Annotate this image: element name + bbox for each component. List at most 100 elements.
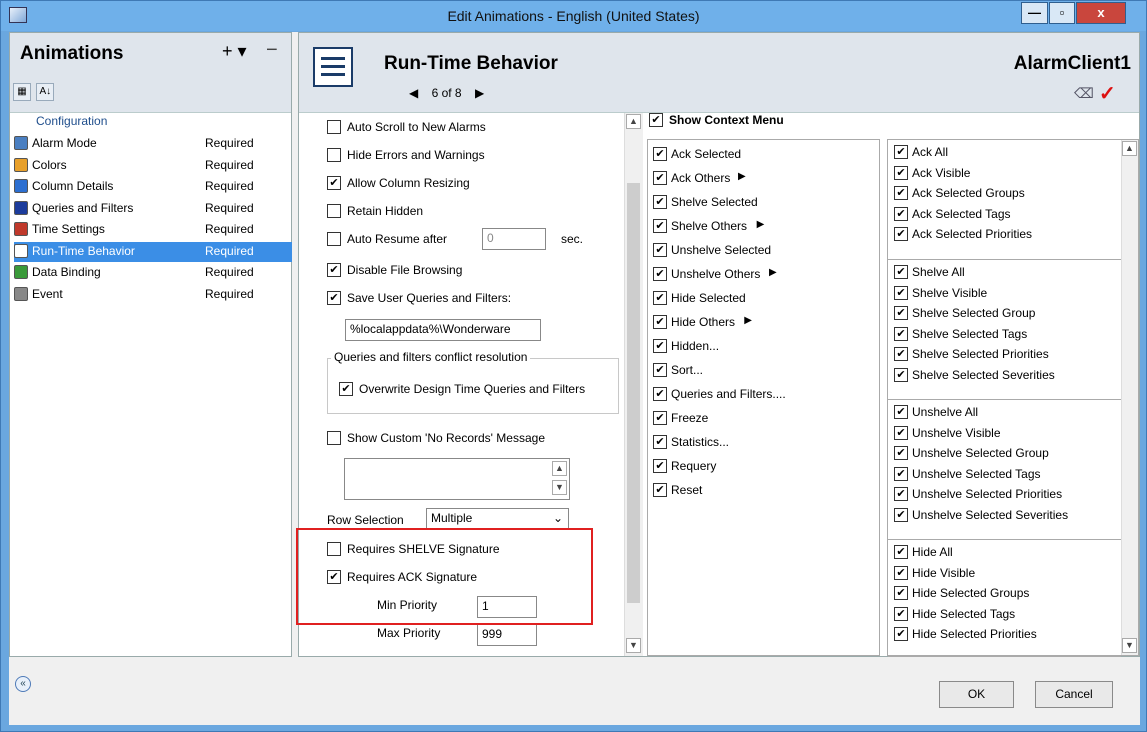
categorized-sort-icon[interactable]: ▦ <box>13 83 31 101</box>
auto-resume-input[interactable]: 0 <box>482 228 546 250</box>
conflict-resolution-title: Queries and filters conflict resolution <box>331 350 531 364</box>
tree-item-alarm-mode[interactable]: Alarm Mode Required <box>14 134 292 154</box>
submenu-shelve-selected-priorities-checkbox[interactable]: ✔ <box>894 347 908 361</box>
context-item-reset-checkbox[interactable]: ✔ <box>653 483 667 497</box>
show-context-menu-label: Show Context Menu <box>669 113 784 127</box>
accept-check-icon[interactable]: ✓ <box>1099 81 1116 106</box>
hide-errors-checkbox[interactable] <box>327 148 341 162</box>
ok-button[interactable]: OK <box>939 681 1014 708</box>
submenu-unshelve-visible-checkbox[interactable]: ✔ <box>894 425 908 440</box>
custom-message-textarea[interactable]: ▲ ▼ <box>344 458 570 500</box>
remove-animation-button[interactable]: − <box>266 39 278 62</box>
submenu-unshelve-selected-tags-checkbox[interactable]: ✔ <box>894 466 908 481</box>
textarea-scroll-up-icon[interactable]: ▲ <box>552 461 567 476</box>
max-priority-input[interactable]: 999 <box>477 624 537 646</box>
submenu-shelve-visible-checkbox[interactable]: ✔ <box>894 285 908 300</box>
submenu-shelve-selected-severities-checkbox[interactable]: ✔ <box>894 367 908 382</box>
next-page-icon[interactable]: ▶ <box>475 86 484 100</box>
tree-item-run-time-behavior[interactable]: Run-Time Behavior Required <box>14 241 292 262</box>
context-item-ack-others-checkbox[interactable]: ✔ <box>653 171 667 185</box>
alphabetical-sort-icon[interactable]: A↓ <box>36 83 55 101</box>
submenu-unshelve-selected-group-checkbox[interactable]: ✔ <box>894 446 908 460</box>
close-button[interactable]: x <box>1076 2 1126 24</box>
retain-hidden-checkbox[interactable] <box>327 204 341 218</box>
disable-file-browsing-checkbox[interactable]: ✔ <box>327 263 341 277</box>
auto-scroll-checkbox[interactable] <box>327 120 341 134</box>
submenu-hide-selected-groups-checkbox[interactable]: ✔ <box>894 586 908 600</box>
context-item-queries-and-filters-checkbox[interactable]: ✔ <box>653 387 667 401</box>
submenu-scroll-down-icon[interactable]: ▼ <box>1122 638 1137 653</box>
scroll-thumb[interactable] <box>627 183 640 603</box>
submenu-group: ✔ Shelve All ✔ Shelve Visible ✔ Shelve Select… <box>888 260 1121 400</box>
auto-resume-checkbox[interactable] <box>327 232 341 246</box>
tree-item-column-details[interactable]: Column Details Required <box>14 177 292 197</box>
scroll-down-icon[interactable]: ▼ <box>626 638 641 653</box>
submenu-scroll-up-icon[interactable]: ▲ <box>1122 141 1137 156</box>
context-item-unshelve-others-checkbox[interactable]: ✔ <box>653 267 667 281</box>
show-context-menu-checkbox[interactable]: ✔ <box>649 113 663 127</box>
tree-item-data-binding[interactable]: Data Binding Required <box>14 263 292 283</box>
submenu-unshelve-selected-severities-label: Unshelve Selected Severities <box>912 507 1069 522</box>
submenu-unshelve-selected-priorities-checkbox[interactable]: ✔ <box>894 487 908 501</box>
submenu-scrollbar[interactable]: ▲ ▼ <box>1121 140 1138 655</box>
hide-errors-label: Hide Errors and Warnings <box>347 148 485 162</box>
submenu-ack-visible-checkbox[interactable]: ✔ <box>894 165 908 180</box>
submenu-shelve-all-checkbox[interactable]: ✔ <box>894 265 908 279</box>
allow-column-resizing-checkbox[interactable]: ✔ <box>327 176 341 190</box>
submenu-ack-selected-groups-checkbox[interactable]: ✔ <box>894 186 908 200</box>
tree-item-status: Required <box>205 286 254 301</box>
submenu-ack-selected-priorities-checkbox[interactable]: ✔ <box>894 227 908 241</box>
collapse-left-panel-icon[interactable]: « <box>15 676 31 692</box>
context-item-shelve-selected-checkbox[interactable]: ✔ <box>653 195 667 209</box>
overwrite-design-time-checkbox[interactable]: ✔ <box>339 382 353 396</box>
tree-item-label: Event <box>32 286 63 301</box>
save-user-queries-checkbox[interactable]: ✔ <box>327 291 341 305</box>
submenu-shelve-selected-tags-checkbox[interactable]: ✔ <box>894 326 908 341</box>
cancel-button[interactable]: Cancel <box>1035 681 1113 708</box>
submenu-unshelve-selected-tags-label: Unshelve Selected Tags <box>912 466 1041 481</box>
submenu-shelve-selected-priorities-label: Shelve Selected Priorities <box>912 347 1049 361</box>
context-item-statistics-checkbox[interactable]: ✔ <box>653 435 667 449</box>
context-item-requery-checkbox[interactable]: ✔ <box>653 459 667 473</box>
previous-page-icon[interactable]: ◀ <box>409 86 418 100</box>
submenu-hide-visible-checkbox[interactable]: ✔ <box>894 565 908 580</box>
chevron-down-icon[interactable]: ⌄ <box>553 511 563 525</box>
submenu-shelve-selected-group-checkbox[interactable]: ✔ <box>894 306 908 320</box>
context-item-freeze-checkbox[interactable]: ✔ <box>653 411 667 425</box>
tree-item-queries-and-filters[interactable]: Queries and Filters Required <box>14 199 292 219</box>
textarea-scroll-down-icon[interactable]: ▼ <box>552 480 567 495</box>
save-path-input[interactable]: %localappdata%\Wonderware <box>345 319 541 341</box>
colors-icon <box>14 157 28 172</box>
context-item-hidden-checkbox[interactable]: ✔ <box>653 339 667 353</box>
show-custom-no-records-checkbox[interactable] <box>327 431 341 445</box>
submenu-unshelve-all-checkbox[interactable]: ✔ <box>894 405 908 419</box>
submenu-hide-selected-tags-checkbox[interactable]: ✔ <box>894 606 908 621</box>
submenu-unshelve-selected-severities-checkbox[interactable]: ✔ <box>894 507 908 522</box>
submenu-hide-all-checkbox[interactable]: ✔ <box>894 545 908 559</box>
tree-item-event[interactable]: Event Required <box>14 285 292 305</box>
row-selection-dropdown[interactable]: Multiple ⌄ <box>426 508 569 530</box>
context-item-sort-checkbox[interactable]: ✔ <box>653 363 667 377</box>
submenu-shelve-selected-tags-label: Shelve Selected Tags <box>912 326 1028 341</box>
context-item-hide-others-checkbox[interactable]: ✔ <box>653 315 667 329</box>
context-item-shelve-others-checkbox[interactable]: ✔ <box>653 219 667 233</box>
context-item-unshelve-selected-checkbox[interactable]: ✔ <box>653 243 667 257</box>
title-bar[interactable]: Edit Animations - English (United States… <box>1 1 1146 31</box>
submenu-ack-selected-tags-checkbox[interactable]: ✔ <box>894 206 908 221</box>
context-item-ack-selected-checkbox[interactable]: ✔ <box>653 147 667 161</box>
add-animation-button[interactable]: + ▾ <box>222 41 247 62</box>
maximize-button[interactable]: ▫ <box>1049 2 1075 24</box>
tree-item-colors[interactable]: Colors Required <box>14 156 292 176</box>
context-item-hide-selected-checkbox[interactable]: ✔ <box>653 291 667 305</box>
options-scrollbar[interactable]: ▲ ▼ <box>624 113 643 656</box>
submenu-hide-selected-priorities-checkbox[interactable]: ✔ <box>894 627 908 641</box>
auto-resume-label: Auto Resume after <box>347 232 448 246</box>
max-priority-label: Max Priority <box>377 626 441 640</box>
tree-item-label: Alarm Mode <box>32 136 97 150</box>
tree-item-label: Queries and Filters <box>32 200 134 215</box>
eraser-icon[interactable]: ⌫ <box>1074 85 1094 101</box>
submenu-ack-all-checkbox[interactable]: ✔ <box>894 145 908 159</box>
scroll-up-icon[interactable]: ▲ <box>626 114 641 129</box>
tree-item-time-settings[interactable]: Time Settings Required <box>14 220 292 240</box>
minimize-button[interactable]: — <box>1021 2 1048 24</box>
